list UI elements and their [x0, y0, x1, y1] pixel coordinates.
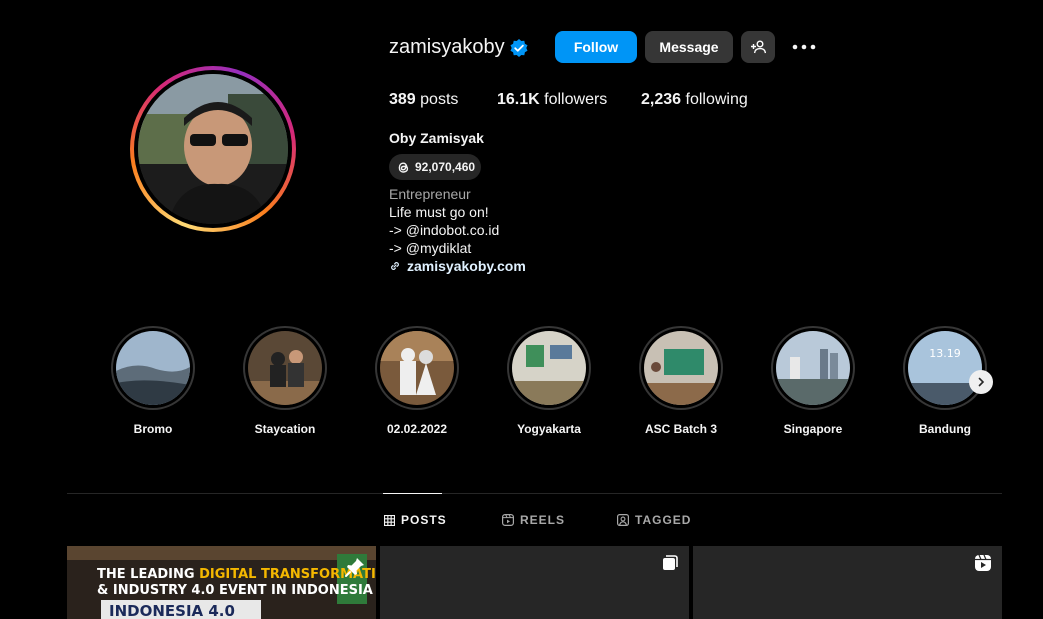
- post-thumbnail[interactable]: [693, 546, 1002, 619]
- post-banner-line: THE LEADING DIGITAL TRANSFORMATION: [97, 567, 376, 582]
- tab-posts-label: POSTS: [401, 513, 447, 527]
- post-banner-line: & INDUSTRY 4.0 EVENT IN INDONESIA: [97, 583, 373, 598]
- suggest-users-button[interactable]: [741, 31, 775, 63]
- bio-line-mention[interactable]: -> @mydiklat: [389, 240, 471, 256]
- tab-tagged-label: TAGGED: [635, 513, 692, 527]
- highlight-time-text: 13.19: [929, 347, 961, 360]
- chevron-right-icon: [978, 377, 985, 387]
- post-thumbnail[interactable]: [380, 546, 689, 619]
- active-tab-indicator: [383, 493, 442, 494]
- avatar: [138, 74, 288, 224]
- full-name: Oby Zamisyak: [389, 130, 484, 146]
- post-banner-line: INDONESIA 4.0: [109, 602, 235, 619]
- highlight-cover: [776, 331, 850, 405]
- following-label: following: [685, 91, 748, 108]
- followers-label: followers: [544, 91, 608, 108]
- posts-label: posts: [420, 91, 459, 108]
- highlight-label: Bandung: [919, 422, 971, 436]
- reel-icon: [975, 554, 991, 571]
- carousel-icon: [663, 555, 678, 570]
- add-user-icon: [751, 40, 766, 54]
- tab-tagged[interactable]: TAGGED: [617, 513, 691, 527]
- following-stat[interactable]: 2,236 following: [641, 91, 748, 109]
- threads-badge[interactable]: 92,070,460: [389, 154, 481, 180]
- highlight-cover: 13.19: [908, 331, 982, 405]
- highlight-label: 02.02.2022: [386, 422, 448, 436]
- highlight-label: Yogyakarta: [517, 422, 581, 436]
- highlight-label: Staycation: [254, 422, 316, 436]
- pin-icon: [345, 558, 364, 577]
- profile-avatar-story-ring[interactable]: [130, 66, 296, 232]
- follow-button[interactable]: Follow: [555, 31, 637, 63]
- threads-icon: [398, 161, 409, 173]
- more-options-icon[interactable]: [790, 36, 818, 58]
- tabs-divider: [67, 493, 1002, 494]
- bio-website-link[interactable]: zamisyakoby.com: [389, 258, 526, 274]
- verified-badge-icon: [510, 39, 528, 57]
- posts-count: 389: [389, 91, 416, 108]
- reels-icon: [502, 514, 514, 526]
- followers-stat[interactable]: 16.1K followers: [497, 91, 607, 109]
- post-thumbnail[interactable]: THE LEADING DIGITAL TRANSFORMATION & IND…: [67, 546, 376, 619]
- highlight-label: Bromo: [133, 422, 173, 436]
- posts-stat: 389 posts: [389, 91, 458, 109]
- website-link-text: zamisyakoby.com: [407, 258, 526, 274]
- following-count: 2,236: [641, 91, 682, 108]
- tab-posts[interactable]: POSTS: [384, 513, 447, 527]
- bio-category: Entrepreneur: [389, 186, 471, 202]
- highlight-cover: [380, 331, 454, 405]
- bio-line: Life must go on!: [389, 204, 489, 220]
- username: zamisyakoby: [389, 36, 505, 58]
- grid-icon: [384, 514, 395, 526]
- profile-page: zamisyakoby Follow Message 389 posts 16.…: [0, 0, 1043, 619]
- bio-line-mention[interactable]: -> @indobot.co.id: [389, 222, 499, 238]
- highlight-label: ASC Batch 3: [644, 422, 718, 436]
- threads-count: 92,070,460: [415, 160, 476, 174]
- tab-reels-label: REELS: [520, 513, 566, 527]
- message-button[interactable]: Message: [645, 31, 733, 63]
- followers-count: 16.1K: [497, 91, 540, 108]
- tab-reels[interactable]: REELS: [502, 513, 565, 527]
- highlight-cover: [248, 331, 322, 405]
- highlights-next-button[interactable]: [969, 370, 993, 394]
- tagged-icon: [617, 514, 629, 526]
- avatar-photo: [138, 74, 288, 224]
- highlight-cover: [644, 331, 718, 405]
- highlight-cover: [512, 331, 586, 405]
- highlight-cover: [116, 331, 190, 405]
- link-icon: [391, 262, 399, 270]
- highlight-label: Singapore: [783, 422, 843, 436]
